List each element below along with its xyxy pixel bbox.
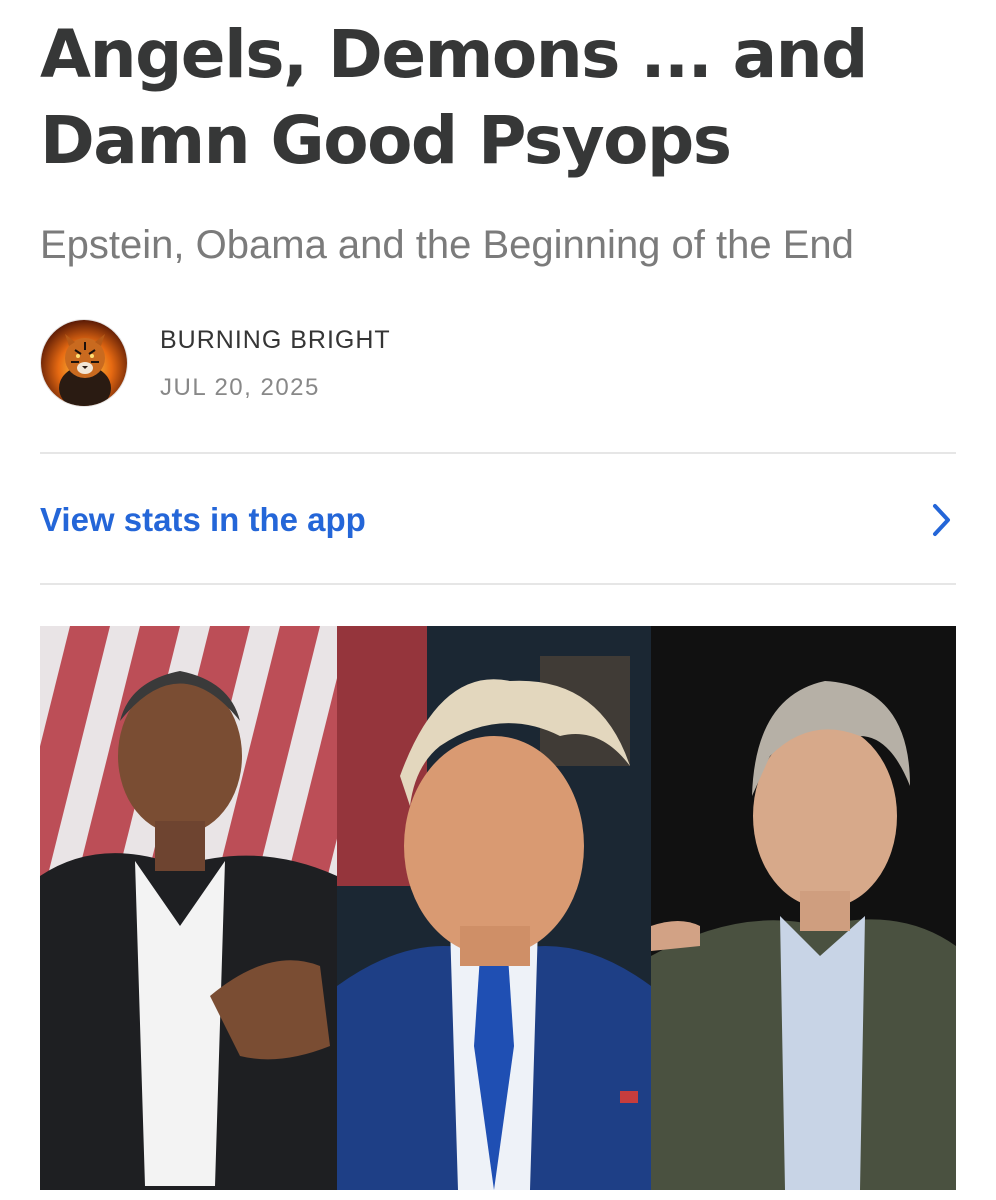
portrait-collage-image (40, 626, 956, 1190)
hero-image (40, 626, 956, 1190)
post-title: Angels, Demons ... and Damn Good Psyops (40, 16, 868, 179)
author-avatar[interactable] (40, 319, 128, 407)
byline: BURNING BRIGHT JUL 20, 2025 (40, 318, 391, 408)
portrait-center (337, 626, 651, 1190)
chevron-right-icon[interactable] (926, 500, 956, 540)
portrait-right (651, 626, 956, 1190)
tiger-avatar-icon (41, 320, 127, 406)
view-stats-row[interactable]: View stats in the app (40, 470, 956, 570)
author-name[interactable]: BURNING BRIGHT (160, 323, 391, 357)
divider-top (40, 452, 956, 454)
post-subtitle: Epstein, Obama and the Beginning of the … (40, 223, 854, 267)
divider-bottom (40, 583, 956, 585)
publish-date: JUL 20, 2025 (160, 374, 320, 401)
view-stats-link[interactable]: View stats in the app (40, 501, 366, 539)
byline-meta: BURNING BRIGHT JUL 20, 2025 (160, 323, 391, 403)
